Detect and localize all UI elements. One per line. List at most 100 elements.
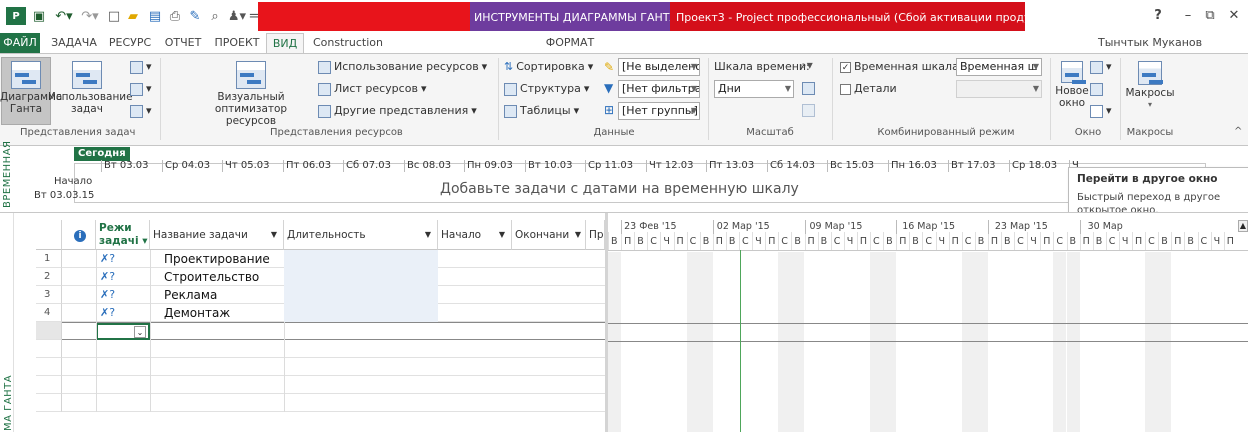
highlight-combo[interactable]: [Не выделено ▼ bbox=[618, 58, 700, 76]
row-number[interactable] bbox=[36, 358, 62, 376]
task-usage-button[interactable]: Использование задач bbox=[48, 59, 133, 115]
day-divider bbox=[1040, 232, 1042, 250]
chevron-down-icon[interactable]: ⌄ bbox=[134, 326, 146, 338]
day-label: С bbox=[1148, 236, 1155, 247]
undo-icon[interactable]: ↶▾ bbox=[52, 7, 76, 25]
day-divider bbox=[1210, 232, 1212, 250]
minimize-button[interactable]: – bbox=[1178, 6, 1198, 26]
header-predecessors[interactable]: Пр bbox=[586, 220, 605, 250]
user-name[interactable]: Тынчтык Муканов bbox=[1098, 33, 1202, 53]
details-combo[interactable]: ▼ bbox=[956, 80, 1042, 98]
table-row[interactable] bbox=[36, 358, 605, 376]
task-name-cell[interactable]: Проектирование bbox=[164, 250, 270, 268]
day-divider bbox=[1066, 232, 1068, 250]
resource-usage-button[interactable]: Использование ресурсов ▾ bbox=[318, 58, 487, 76]
manual-schedule-icon: ✗? bbox=[100, 252, 116, 265]
new-window-button[interactable]: Новое окно bbox=[1052, 59, 1092, 109]
arrange-all-button[interactable]: ▾ bbox=[1090, 58, 1112, 76]
timeline-checkbox[interactable]: ✓ Временная шкала bbox=[840, 58, 959, 76]
header-finish[interactable]: Окончани ▼ bbox=[512, 220, 586, 250]
open-folder-icon[interactable]: ▰ bbox=[124, 7, 142, 25]
timeline-tick bbox=[767, 160, 768, 172]
header-info[interactable]: i bbox=[62, 220, 96, 250]
row-number[interactable] bbox=[36, 394, 62, 412]
restore-button[interactable]: ⧉ bbox=[1200, 6, 1220, 26]
collapse-ribbon-icon[interactable]: ^ bbox=[1234, 126, 1242, 137]
tab-report[interactable]: ОТЧЕТ bbox=[160, 33, 206, 53]
scale-group-label: Масштаб bbox=[746, 127, 794, 138]
row-number[interactable] bbox=[36, 376, 62, 394]
table-row[interactable] bbox=[36, 394, 605, 412]
hide-button[interactable] bbox=[1090, 80, 1103, 98]
task-name-cell[interactable]: Реклама bbox=[164, 286, 217, 304]
day-label: П bbox=[1082, 236, 1090, 247]
task-name-cell[interactable]: Демонтаж bbox=[164, 304, 230, 322]
tab-view[interactable]: ВИД bbox=[266, 33, 304, 53]
task-mode-editor[interactable]: ⌄ bbox=[96, 323, 150, 340]
spelling-icon[interactable]: ✎ bbox=[186, 7, 204, 25]
print-preview-icon[interactable]: ⌕ bbox=[206, 7, 224, 25]
entire-project-icon[interactable] bbox=[802, 82, 815, 95]
filter-combo[interactable]: [Нет фильтра] ▼ bbox=[618, 80, 700, 98]
save-icon[interactable]: ▣ bbox=[30, 7, 48, 25]
task-name-cell[interactable]: Строительство bbox=[164, 268, 259, 286]
qat-more-icon[interactable]: = bbox=[249, 7, 260, 25]
gantt-chart-button[interactable]: Диаграмма Ганта bbox=[0, 59, 62, 115]
timeline-date: Пт 06.03 bbox=[286, 160, 332, 171]
row-number[interactable]: 3 bbox=[36, 286, 62, 304]
timeline-combo[interactable]: Временная ш ▼ bbox=[956, 58, 1042, 76]
other-views-button[interactable]: Другие представления ▾ bbox=[318, 102, 477, 120]
day-divider bbox=[1105, 232, 1107, 250]
tables-button[interactable]: Таблицы ▾ bbox=[504, 102, 579, 120]
group-value: [Нет группы] bbox=[622, 104, 698, 117]
gantt-row-line bbox=[608, 341, 1248, 342]
resource-sheet-button[interactable]: Лист ресурсов ▾ bbox=[318, 80, 426, 98]
details-checkbox[interactable]: Детали bbox=[840, 80, 897, 98]
scroll-up-icon[interactable]: ▲ bbox=[1238, 220, 1248, 232]
day-label: С bbox=[742, 236, 749, 247]
day-divider bbox=[647, 232, 649, 250]
other-views-label: Другие представления bbox=[334, 104, 469, 117]
table-row[interactable] bbox=[36, 376, 605, 394]
timeline-tick bbox=[404, 160, 405, 172]
tab-format[interactable]: ФОРМАТ bbox=[530, 33, 610, 53]
redo-icon[interactable]: ↷▾ bbox=[78, 7, 102, 25]
tab-construction[interactable]: Construction bbox=[308, 33, 388, 53]
selected-tasks-icon[interactable] bbox=[802, 104, 815, 117]
tab-project[interactable]: ПРОЕКТ bbox=[210, 33, 264, 53]
visual-optimizer-button[interactable]: Визуальный оптимизатор ресурсов bbox=[196, 59, 306, 127]
header-duration[interactable]: Длительность ▼ bbox=[284, 220, 438, 250]
timescale-combo[interactable]: Дни ▼ bbox=[714, 80, 794, 98]
table-row[interactable] bbox=[36, 340, 605, 358]
resource-sheet-label: Лист ресурсов bbox=[334, 82, 418, 95]
header-start[interactable]: Начало ▼ bbox=[438, 220, 512, 250]
row-number[interactable]: 2 bbox=[36, 268, 62, 286]
switch-windows-button[interactable]: ▾ bbox=[1090, 102, 1112, 120]
zoom-icon[interactable]: ⌕▾ bbox=[800, 58, 813, 73]
close-button[interactable]: ✕ bbox=[1224, 6, 1244, 26]
calendar-view-button[interactable]: ▾ bbox=[130, 58, 152, 76]
help-button[interactable]: ? bbox=[1148, 6, 1168, 26]
macros-button[interactable]: Макросы ▾ bbox=[1122, 59, 1178, 111]
row-number[interactable]: 1 bbox=[36, 250, 62, 268]
timeline-date: Сб 07.03 bbox=[346, 160, 391, 171]
row-number[interactable]: 4 bbox=[36, 304, 62, 322]
customize-qat-icon[interactable]: ♟▾ bbox=[226, 7, 248, 25]
tab-file[interactable]: ФАЙЛ bbox=[0, 33, 40, 53]
select-all-corner[interactable] bbox=[36, 220, 62, 250]
outline-button[interactable]: Структура ▾ bbox=[504, 80, 589, 98]
tab-task[interactable]: ЗАДАЧА bbox=[48, 33, 100, 53]
tab-resource[interactable]: РЕСУРС bbox=[104, 33, 156, 53]
network-view-button[interactable]: ▾ bbox=[130, 80, 152, 98]
save-as-icon[interactable]: ▤ bbox=[146, 7, 164, 25]
sort-button[interactable]: ⇅ Сортировка ▾ bbox=[504, 58, 593, 76]
other-task-views-button[interactable]: ▾ bbox=[130, 102, 152, 120]
separator bbox=[708, 58, 709, 140]
row-number[interactable] bbox=[36, 340, 62, 358]
row-number[interactable] bbox=[36, 322, 62, 340]
header-task-name[interactable]: Название задачи ▼ bbox=[150, 220, 284, 250]
print-icon[interactable]: ⎙ bbox=[166, 7, 184, 25]
header-task-mode[interactable]: Режи задачі ▾ bbox=[96, 220, 150, 250]
group-combo[interactable]: [Нет группы] ▼ bbox=[618, 102, 700, 120]
new-file-icon[interactable]: □ bbox=[106, 7, 122, 25]
